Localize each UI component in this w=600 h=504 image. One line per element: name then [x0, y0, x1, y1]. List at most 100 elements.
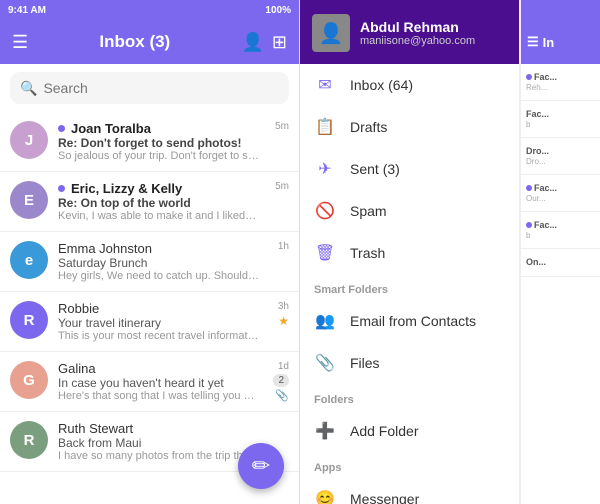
avatar: e: [10, 241, 48, 279]
drawer-item-trash[interactable]: 🗑Trash: [300, 232, 519, 274]
search-input[interactable]: [43, 80, 279, 96]
unread-dot: [58, 125, 65, 132]
add-folder-label: Add Folder: [350, 423, 505, 439]
sent-label: Sent (3): [350, 161, 505, 177]
email-preview: Here's that song that I was telling you …: [58, 390, 259, 402]
files-icon: 📎: [314, 353, 336, 373]
email-item[interactable]: GGalinaIn case you haven't heard it yetH…: [0, 352, 299, 412]
email-preview: So jealous of your trip. Don't forget to…: [58, 150, 259, 162]
partial-unread-dot: [526, 222, 532, 228]
email-subject: Back from Maui: [58, 436, 259, 450]
email-item[interactable]: EEric, Lizzy & KellyRe: On top of the wo…: [0, 172, 299, 232]
folders-header: Folders: [300, 384, 519, 410]
email-subject: Re: Don't forget to send photos!: [58, 136, 259, 150]
partial-hamburger-icon: ☰: [527, 34, 539, 50]
email-subject: Your travel itinerary: [58, 316, 259, 330]
email-meta: 5m: [259, 181, 289, 192]
partial-list-item[interactable]: Fac...b: [521, 101, 600, 138]
paperclip-icon: 📎: [275, 389, 289, 402]
email-preview: This is your most recent travel informat…: [58, 330, 259, 342]
add-folder-icon: ➕: [314, 421, 336, 441]
drawer-item-spam[interactable]: 🚫Spam: [300, 190, 519, 232]
partial-item-preview: b: [526, 120, 595, 129]
email-preview: I have so many photos from the trip that…: [58, 450, 259, 462]
partial-list-item[interactable]: Dro...Dro...: [521, 138, 600, 175]
avatar: R: [10, 301, 48, 339]
search-bar[interactable]: 🔍: [10, 72, 289, 104]
drawer-items-list: ✉ Inbox (64) 📋Drafts✈Sent (3)🚫Spam🗑TrashSm…: [300, 64, 519, 504]
email-sender: Eric, Lizzy & Kelly: [58, 181, 259, 196]
account-icon[interactable]: 👤: [241, 32, 263, 53]
email-content: Emma JohnstonSaturday BrunchHey girls, W…: [58, 241, 259, 282]
messenger-icon: 😊: [314, 489, 336, 504]
left-status-bar: 9:41 AM 100%: [0, 0, 299, 20]
drawer-item-email-contacts[interactable]: 👥Email from Contacts: [300, 300, 519, 342]
left-header: ☰ Inbox (3) 👤 ⊞: [0, 20, 299, 64]
drafts-label: Drafts: [350, 119, 505, 135]
drawer-item-sent[interactable]: ✈Sent (3): [300, 148, 519, 190]
avatar: R: [10, 421, 48, 459]
trash-icon: 🗑: [314, 243, 336, 263]
drawer-item-messenger[interactable]: 😊Messenger: [300, 478, 519, 504]
email-meta: 1d 2 📎: [259, 361, 289, 402]
email-sender: Ruth Stewart: [58, 421, 259, 436]
email-item[interactable]: JJoan ToralbaRe: Don't forget to send ph…: [0, 112, 299, 172]
drawer-item-add-folder[interactable]: ➕ Add Folder: [300, 410, 519, 452]
email-meta: 5m: [259, 121, 289, 132]
email-time: 3h: [278, 301, 289, 312]
partial-items: Fac...Reh...Fac...bDro...Dro...Fac...Our…: [521, 64, 600, 277]
smart-folders-header: Smart Folders: [300, 274, 519, 300]
email-time: 1d: [278, 361, 289, 372]
partial-inbox-label: In: [543, 35, 555, 50]
header-icons: 👤 ⊞: [241, 32, 287, 53]
partial-header: ☰ In: [521, 20, 600, 64]
email-content: Ruth StewartBack from MauiI have so many…: [58, 421, 259, 462]
hamburger-icon[interactable]: ☰: [12, 32, 28, 53]
partial-unread-dot: [526, 185, 532, 191]
email-time: 1h: [278, 241, 289, 252]
email-badge: 2: [273, 374, 289, 387]
partial-list-item[interactable]: Fac...Reh...: [521, 64, 600, 101]
email-preview: Hey girls, We need to catch up. Should I…: [58, 270, 259, 282]
partial-list-item[interactable]: On...: [521, 249, 600, 277]
drawer-user-name: Abdul Rehman: [360, 19, 475, 35]
partial-unread-dot: [526, 74, 532, 80]
email-item[interactable]: R RobbieYour travel itineraryThis is your…: [0, 292, 299, 352]
files-label: Files: [350, 355, 505, 371]
partial-item-name: Fac...: [526, 109, 595, 119]
inbox-icon: ✉: [314, 75, 336, 95]
right-panel: 👤 Abdul Rehman maniisone@yahoo.com ✉Inbo…: [300, 0, 600, 504]
left-battery: 100%: [265, 5, 291, 16]
inbox-label: Inbox (64): [350, 77, 505, 93]
drawer-user-email: maniisone@yahoo.com: [360, 35, 475, 47]
partial-item-preview: Our...: [526, 194, 595, 203]
email-sender: Emma Johnston: [58, 241, 259, 256]
email-meta: 1h: [259, 241, 289, 252]
drawer-item-files[interactable]: 📎 Files: [300, 342, 519, 384]
partial-item-name: Dro...: [526, 146, 595, 156]
partial-list-item[interactable]: Fac...Our...: [521, 175, 600, 212]
partial-item-name: Fac...: [526, 183, 595, 193]
search-icon: 🔍: [20, 80, 37, 97]
spam-label: Spam: [350, 203, 505, 219]
email-list: JJoan ToralbaRe: Don't forget to send ph…: [0, 112, 299, 504]
apps-header: Apps: [300, 452, 519, 478]
email-content: RobbieYour travel itineraryThis is your …: [58, 301, 259, 342]
drawer-item-drafts[interactable]: 📋Drafts: [300, 106, 519, 148]
email-contacts-icon: 👥: [314, 311, 336, 331]
avatar: E: [10, 181, 48, 219]
partial-inbox-list: ☰ In Fac...Reh...Fac...bDro...Dro...Fac.…: [520, 0, 600, 504]
drawer-item-inbox[interactable]: ✉ Inbox (64): [300, 64, 519, 106]
email-time: 5m: [275, 181, 289, 192]
avatar: G: [10, 361, 48, 399]
email-list-items: JJoan ToralbaRe: Don't forget to send ph…: [0, 112, 299, 472]
compose-fab-button[interactable]: ✏: [238, 443, 284, 489]
partial-list-item[interactable]: Fac...b: [521, 212, 600, 249]
email-item[interactable]: e Emma JohnstonSaturday BrunchHey girls, …: [0, 232, 299, 292]
partial-item-preview: b: [526, 231, 595, 240]
email-time: 5m: [275, 121, 289, 132]
email-sender: Robbie: [58, 301, 259, 316]
email-preview: Kevin, I was able to make it and I liked…: [58, 210, 259, 222]
pencil-icon: ✏: [252, 453, 270, 479]
compose-icon[interactable]: ⊞: [272, 32, 287, 53]
